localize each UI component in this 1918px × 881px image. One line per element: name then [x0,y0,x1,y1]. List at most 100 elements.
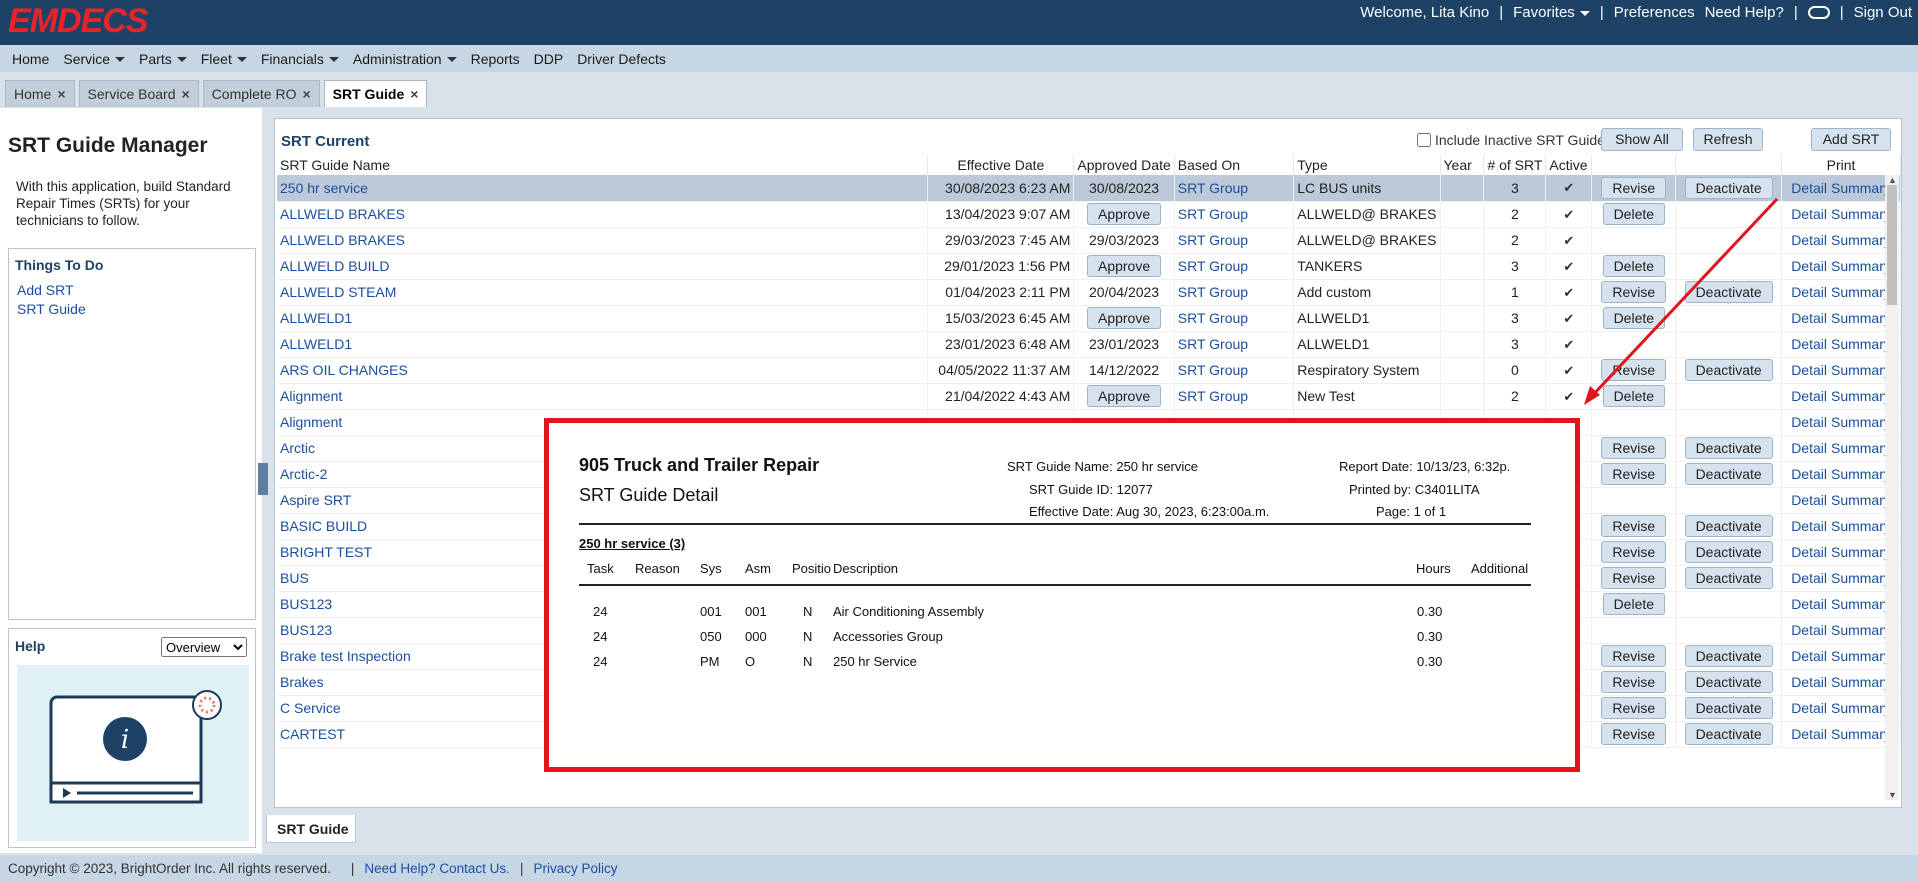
summary-link[interactable]: Summary [1831,310,1891,326]
srt-name-link[interactable]: ALLWELD1 [277,305,929,332]
based-on-link[interactable]: SRT Group [1174,175,1295,202]
collapse-panel-handle[interactable] [258,463,268,495]
summary-link[interactable]: Summary [1831,232,1891,248]
menu-ddp[interactable]: DDP [534,51,564,67]
detail-link[interactable]: Detail [1791,362,1827,378]
detail-link[interactable]: Detail [1791,596,1827,612]
tab-service-board[interactable]: Service Board × [78,80,199,107]
based-on-link[interactable]: SRT Group [1174,227,1295,254]
show-all-button[interactable]: Show All [1601,128,1683,151]
revise-button[interactable]: Revise [1601,567,1667,589]
revise-button[interactable]: Revise [1601,281,1667,303]
deactivate-button[interactable]: Deactivate [1684,697,1773,719]
menu-reports[interactable]: Reports [471,51,520,67]
revise-button[interactable]: Revise [1601,437,1667,459]
detail-link[interactable]: Detail [1791,258,1827,274]
summary-link[interactable]: Summary [1831,362,1891,378]
summary-link[interactable]: Summary [1831,336,1891,352]
revise-button[interactable]: Revise [1601,176,1667,199]
col-approved-date[interactable]: Approved Date [1073,155,1175,175]
summary-link[interactable]: Summary [1831,544,1891,560]
approve-button[interactable]: Approve [1086,255,1162,277]
need-help-link[interactable]: Need Help? [1705,4,1784,21]
summary-link[interactable]: Summary [1831,674,1891,690]
deactivate-button[interactable]: Deactivate [1684,463,1773,485]
based-on-link[interactable]: SRT Group [1174,253,1295,280]
refresh-button[interactable]: Refresh [1693,128,1763,151]
tab-home[interactable]: Home × [5,80,75,107]
delete-button[interactable]: Delete [1602,255,1666,277]
detail-link[interactable]: Detail [1791,518,1827,534]
summary-link[interactable]: Summary [1831,596,1891,612]
based-on-link[interactable]: SRT Group [1174,201,1295,228]
delete-button[interactable]: Delete [1602,307,1666,329]
detail-link[interactable]: Detail [1791,180,1827,196]
based-on-link[interactable]: SRT Group [1174,357,1295,384]
srt-name-link[interactable]: ARS OIL CHANGES [277,357,929,384]
close-icon[interactable]: × [181,86,189,102]
table-row[interactable]: 250 hr service 30/08/2023 6:23 AM 30/08/20… [277,175,1901,202]
col-name[interactable]: SRT Guide Name [277,155,929,175]
detail-link[interactable]: Detail [1791,336,1827,352]
detail-link[interactable]: Detail [1791,544,1827,560]
deactivate-button[interactable]: Deactivate [1684,645,1773,667]
deactivate-button[interactable]: Deactivate [1684,541,1773,563]
chat-icon[interactable] [1807,6,1830,19]
summary-link[interactable]: Summary [1831,622,1891,638]
col-type[interactable]: Type [1293,155,1441,175]
table-row[interactable]: ARS OIL CHANGES 04/05/2022 11:37 AM 14/12/… [277,357,1901,384]
col-num-srt[interactable]: # of SRT [1483,155,1547,175]
add-srt-button[interactable]: Add SRT [1811,128,1891,151]
table-row[interactable]: ALLWELD1 23/01/2023 6:48 AM 23/01/2023 SRT … [277,331,1901,358]
help-video-thumbnail[interactable]: i [17,665,249,841]
based-on-link[interactable]: SRT Group [1174,279,1295,306]
detail-link[interactable]: Detail [1791,284,1827,300]
based-on-link[interactable]: SRT Group [1174,383,1295,410]
srt-name-link[interactable]: 250 hr service [277,175,929,202]
tab-complete-ro[interactable]: Complete RO × [202,80,320,107]
deactivate-button[interactable]: Deactivate [1684,437,1773,459]
col-based-on[interactable]: Based On [1174,155,1295,175]
menu-parts[interactable]: Parts [139,51,187,67]
deactivate-button[interactable]: Deactivate [1684,515,1773,537]
scroll-up-icon[interactable]: ▲ [1888,175,1897,185]
detail-link[interactable]: Detail [1791,492,1827,508]
table-row[interactable]: ALLWELD1 15/03/2023 6:45 AM Approve SRT Gro… [277,305,1901,332]
detail-link[interactable]: Detail [1791,674,1827,690]
table-row[interactable]: ALLWELD BUILD 29/01/2023 1:56 PM Approve SR… [277,253,1901,280]
approve-button[interactable]: Approve [1086,203,1162,225]
tab-srt-guide[interactable]: SRT Guide × [323,80,428,107]
close-icon[interactable]: × [57,86,65,102]
col-year[interactable]: Year [1440,155,1485,175]
favorites-menu[interactable]: Favorites [1513,4,1590,21]
srt-name-link[interactable]: ALLWELD BRAKES [277,201,929,228]
table-row[interactable]: ALLWELD BRAKES 13/04/2023 9:07 AM Approve S… [277,201,1901,228]
delete-button[interactable]: Delete [1602,385,1666,407]
summary-link[interactable]: Summary [1831,206,1891,222]
srt-name-link[interactable]: ALLWELD BRAKES [277,227,929,254]
summary-link[interactable]: Summary [1831,492,1891,508]
include-inactive-toggle[interactable]: Include Inactive SRT Guides [1417,132,1612,148]
menu-fleet[interactable]: Fleet [201,51,247,67]
detail-link[interactable]: Detail [1791,310,1827,326]
srt-guide-link[interactable]: SRT Guide [17,301,86,317]
revise-button[interactable]: Revise [1601,359,1667,381]
revise-button[interactable]: Revise [1601,671,1667,693]
deactivate-button[interactable]: Deactivate [1684,176,1773,199]
deactivate-button[interactable]: Deactivate [1684,671,1773,693]
based-on-link[interactable]: SRT Group [1174,331,1295,358]
summary-link[interactable]: Summary [1831,258,1891,274]
approve-button[interactable]: Approve [1086,385,1162,407]
deactivate-button[interactable]: Deactivate [1684,359,1773,381]
srt-name-link[interactable]: ALLWELD STEAM [277,279,929,306]
revise-button[interactable]: Revise [1601,515,1667,537]
detail-link[interactable]: Detail [1791,726,1827,742]
based-on-link[interactable]: SRT Group [1174,305,1295,332]
sign-out-link[interactable]: Sign Out [1854,4,1912,21]
menu-driver-defects[interactable]: Driver Defects [577,51,666,67]
summary-link[interactable]: Summary [1831,466,1891,482]
detail-link[interactable]: Detail [1791,466,1827,482]
revise-button[interactable]: Revise [1601,723,1667,745]
summary-link[interactable]: Summary [1831,180,1891,196]
summary-link[interactable]: Summary [1831,440,1891,456]
